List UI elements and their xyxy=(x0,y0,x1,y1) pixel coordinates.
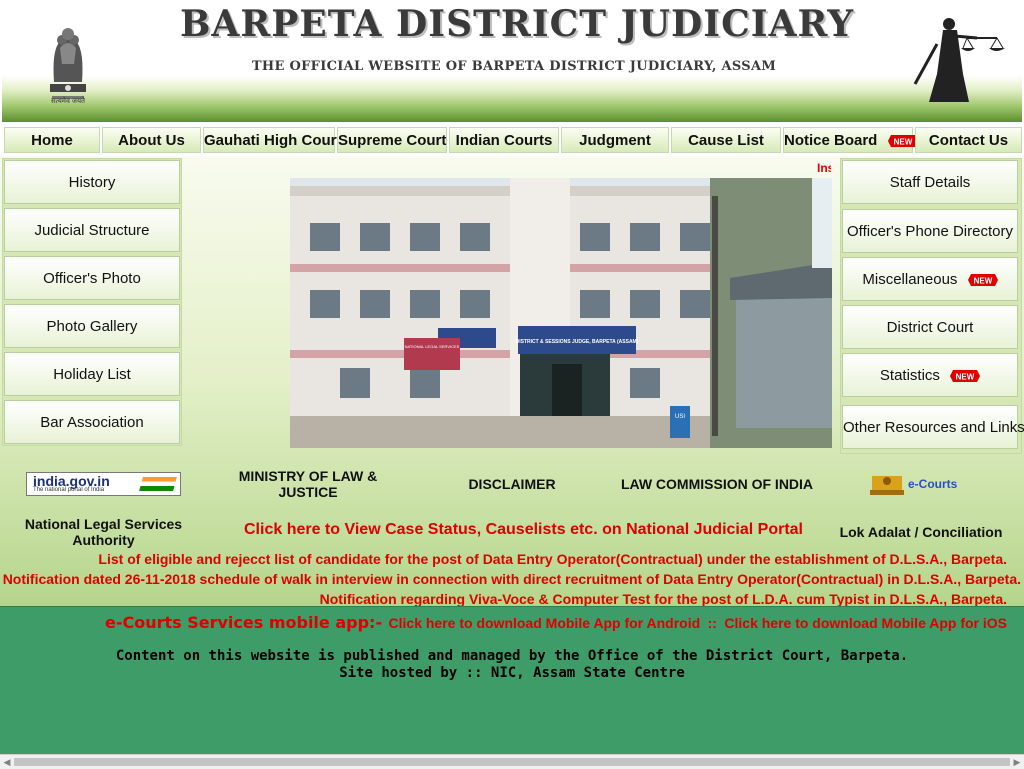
menu-bar-association[interactable]: Bar Association xyxy=(4,400,180,444)
menu-staff-details[interactable]: Staff Details xyxy=(842,160,1018,204)
nav-indian-courts[interactable]: Indian Courts xyxy=(449,127,559,153)
menu-statistics-label: Statistics xyxy=(879,367,940,384)
mobile-app-row: e-Courts Services mobile app:- Click her… xyxy=(105,613,1007,633)
india-gov-logo-link[interactable]: india.gov.in The national portal of Indi… xyxy=(26,472,181,496)
top-navigation: Home About Us Gauhati High Court Supreme… xyxy=(2,122,1022,156)
new-badge-icon: NEW xyxy=(967,274,998,287)
disclaimer-link[interactable]: DISCLAIMER xyxy=(452,476,572,492)
photo-sign-door: USI xyxy=(675,414,685,420)
notice-item[interactable]: Notification dated 26-11-2018 schedule o… xyxy=(3,571,1021,587)
new-badge-text: NEW xyxy=(893,138,912,147)
nav-judgment[interactable]: Judgment xyxy=(561,127,669,153)
site-title: BARPETA DISTRICT JUDICIARY xyxy=(179,3,855,45)
new-badge-text: NEW xyxy=(956,373,975,382)
ecourts-logo-text: e-Courts xyxy=(908,477,958,491)
scroll-left-arrow-icon[interactable]: ◀ xyxy=(0,755,14,769)
menu-photo-gallery[interactable]: Photo Gallery xyxy=(4,304,180,348)
nav-supreme-court[interactable]: Supreme Court xyxy=(337,127,447,153)
menu-history[interactable]: History xyxy=(4,160,180,204)
india-gov-tagline: The national portal of India xyxy=(33,487,105,493)
nav-notice-board-label: Notice Board xyxy=(784,132,878,149)
law-commission-link[interactable]: LAW COMMISSION OF INDIA xyxy=(607,476,827,492)
menu-holiday-list[interactable]: Holiday List xyxy=(4,352,180,396)
menu-miscellaneous[interactable]: Miscellaneous NEW xyxy=(842,257,1018,301)
scrollbar-thumb[interactable] xyxy=(14,758,1010,766)
lok-adalat-link[interactable]: Lok Adalat / Conciliation xyxy=(830,524,1012,540)
menu-officers-photo[interactable]: Officer's Photo xyxy=(4,256,180,300)
footer-managed-by: Content on this website is published and… xyxy=(115,648,909,664)
menu-other-resources-links[interactable]: Other Resources and Links xyxy=(842,405,1024,449)
emblem-caption: सत्यमेव जयते xyxy=(50,98,86,105)
national-judicial-portal-link[interactable]: Click here to View Case Status, Causelis… xyxy=(244,521,803,539)
nav-gauhati-high-court[interactable]: Gauhati High Court xyxy=(203,127,342,153)
menu-judicial-structure[interactable]: Judicial Structure xyxy=(4,208,180,252)
ecourts-emblem-icon xyxy=(870,476,904,495)
separator: :: xyxy=(707,615,717,631)
photo-sign-left: NATIONAL LEGAL SERVICES xyxy=(405,344,460,349)
horizontal-scrollbar[interactable]: ◀ ▶ xyxy=(0,754,1024,769)
lady-justice-icon xyxy=(913,18,1005,102)
notice-item[interactable]: Notification regarding Viva-Voce & Compu… xyxy=(320,591,1007,607)
nav-contact-us[interactable]: Contact Us xyxy=(915,127,1022,153)
ios-app-link[interactable]: Click here to download Mobile App for iO… xyxy=(724,615,1007,631)
photo-sign-main: DISTRICT & SESSIONS JUDGE, BARPETA (ASSA… xyxy=(516,339,639,345)
nalsa-link[interactable]: National Legal Services Authority xyxy=(16,516,191,548)
menu-district-court[interactable]: District Court xyxy=(842,305,1018,349)
nav-about-us[interactable]: About Us xyxy=(102,127,201,153)
site-footer: e-Courts Services mobile app:- Click her… xyxy=(0,606,1024,755)
mobile-app-label: e-Courts Services mobile app:- xyxy=(104,613,383,632)
scroll-right-arrow-icon[interactable]: ▶ xyxy=(1010,755,1024,769)
menu-statistics[interactable]: Statistics NEW xyxy=(842,353,1018,397)
india-flag-icon xyxy=(139,477,177,491)
notice-item[interactable]: List of eligible and rejecct list of can… xyxy=(98,551,1007,567)
site-header: सत्यमेव जयते BARPETA DISTRICT JUDICIARY … xyxy=(2,0,1022,122)
new-badge-icon: NEW xyxy=(887,135,918,148)
new-badge-icon: NEW xyxy=(950,370,981,383)
nav-notice-board[interactable]: Notice Board NEW xyxy=(783,127,918,153)
android-app-link[interactable]: Click here to download Mobile App for An… xyxy=(389,615,701,631)
menu-officers-phone-directory[interactable]: Officer's Phone Directory xyxy=(842,209,1018,253)
ministry-law-justice-link[interactable]: MINISTRY OF LAW & JUSTICE xyxy=(226,468,390,500)
site-subtitle: THE OFFICIAL WEBSITE OF BARPETA DISTRICT… xyxy=(251,59,777,74)
menu-miscellaneous-label: Miscellaneous xyxy=(862,271,958,288)
nav-cause-list[interactable]: Cause List xyxy=(671,127,781,153)
court-building-photo: DISTRICT & SESSIONS JUDGE, BARPETA (ASSA… xyxy=(290,178,832,448)
nav-home[interactable]: Home xyxy=(4,127,100,153)
new-badge-text: NEW xyxy=(973,277,992,286)
ecourts-logo-link[interactable]: e-Courts xyxy=(868,472,978,498)
footer-hosted-by: Site hosted by :: NIC, Assam State Centr… xyxy=(339,665,685,681)
scrolling-announcement[interactable]: Ins xyxy=(817,161,831,175)
